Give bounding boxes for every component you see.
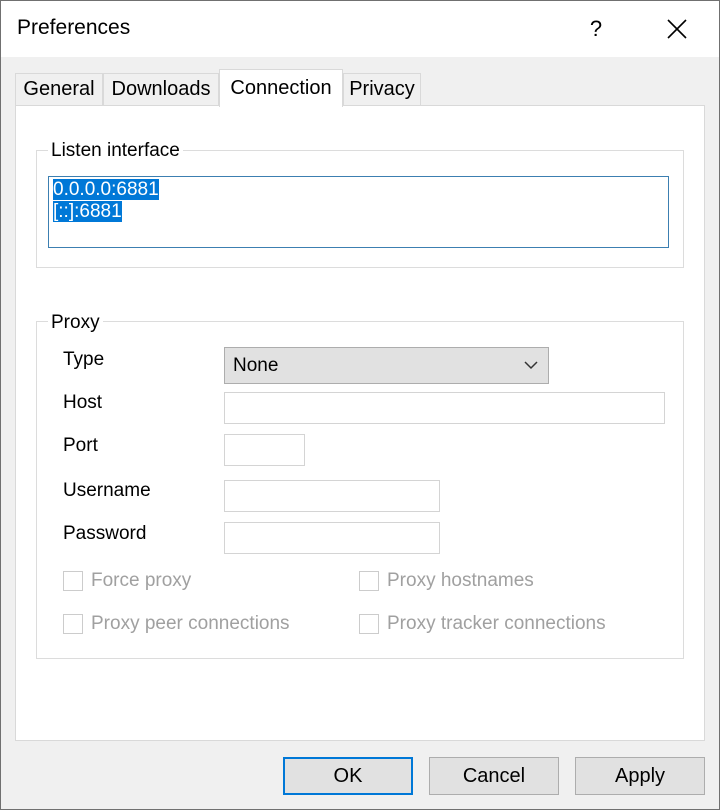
host-field[interactable]	[224, 392, 665, 424]
password-field[interactable]	[224, 522, 440, 554]
username-label: Username	[63, 480, 151, 501]
window-title: Preferences	[17, 16, 131, 39]
listen-interface-list[interactable]: 0.0.0.0:6881 [::]:6881	[48, 176, 669, 248]
proxy-tracker-connections-checkbox[interactable]: Proxy tracker connections	[359, 613, 606, 635]
apply-button[interactable]: Apply	[575, 757, 705, 795]
checkbox-box[interactable]	[359, 614, 379, 634]
preferences-dialog: Preferences ? General Downloads Connecti…	[0, 0, 720, 810]
tab-downloads[interactable]: Downloads	[103, 73, 219, 105]
checkbox-box[interactable]	[63, 614, 83, 634]
ok-button[interactable]: OK	[283, 757, 413, 795]
port-label: Port	[63, 435, 98, 456]
checkbox-box[interactable]	[63, 571, 83, 591]
proxy-group-label: Proxy	[48, 312, 103, 334]
checkbox-label: Force proxy	[91, 570, 192, 591]
list-item[interactable]: [::]:6881	[53, 201, 664, 223]
force-proxy-checkbox[interactable]: Force proxy	[63, 570, 191, 592]
list-item[interactable]: 0.0.0.0:6881	[53, 179, 664, 201]
username-field[interactable]	[224, 480, 440, 512]
checkbox-box[interactable]	[359, 571, 379, 591]
checkbox-label: Proxy peer connections	[91, 613, 290, 634]
title-bar: Preferences ?	[1, 1, 719, 57]
port-field[interactable]	[224, 434, 305, 466]
listen-interface-label: Listen interface	[48, 140, 183, 162]
cancel-button[interactable]: Cancel	[429, 757, 559, 795]
proxy-peer-connections-checkbox[interactable]: Proxy peer connections	[63, 613, 290, 635]
proxy-hostnames-checkbox[interactable]: Proxy hostnames	[359, 570, 534, 592]
close-button[interactable]	[651, 9, 703, 49]
checkbox-label: Proxy hostnames	[387, 570, 534, 591]
proxy-type-select[interactable]: None	[224, 347, 549, 384]
tab-privacy[interactable]: Privacy	[343, 73, 421, 105]
chevron-down-icon	[524, 361, 538, 370]
tab-general[interactable]: General	[15, 73, 103, 105]
password-label: Password	[63, 523, 147, 544]
host-label: Host	[63, 392, 103, 413]
close-icon	[667, 19, 687, 39]
type-label: Type	[63, 349, 105, 370]
checkbox-label: Proxy tracker connections	[387, 613, 606, 634]
proxy-type-value: None	[233, 354, 279, 376]
connection-tab-panel: Listen interface 0.0.0.0:6881 [::]:6881 …	[15, 105, 705, 741]
tab-connection[interactable]: Connection	[219, 69, 343, 107]
help-button[interactable]: ?	[576, 9, 616, 49]
